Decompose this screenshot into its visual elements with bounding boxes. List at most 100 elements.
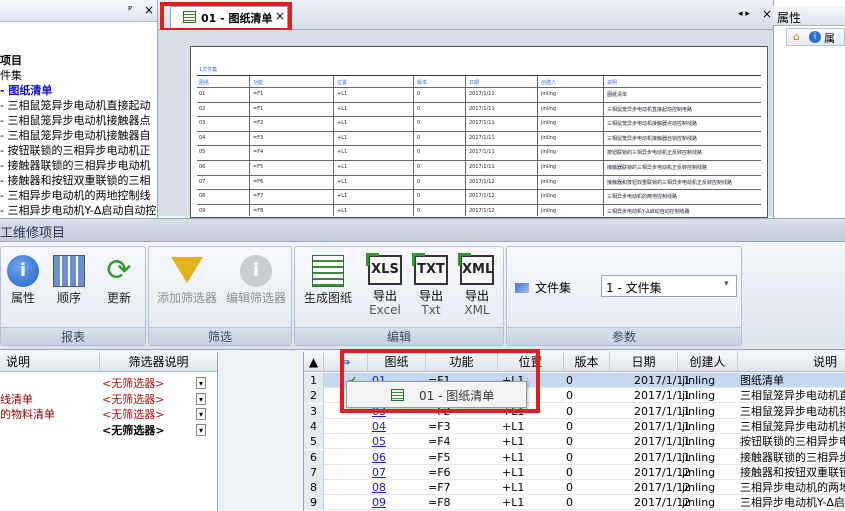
cell-sheet[interactable]: 06: [372, 450, 422, 465]
sheet-cell: 接触器联锁的三相异步电动机正反转控制线路: [607, 165, 708, 171]
sheet-row: [197, 203, 761, 205]
properties-title: 属性: [777, 11, 802, 25]
sheet-header-cell: 版本: [417, 80, 428, 86]
filter-row[interactable]: <无筛选器> ▾: [0, 376, 217, 391]
row-index: 2: [304, 388, 324, 404]
tree-item[interactable]: - 图纸清单: [0, 83, 52, 98]
tab-nav-icon[interactable]: ◂ ▸: [738, 9, 750, 19]
sheet-cell: 0: [417, 149, 421, 156]
funnel-icon: [171, 257, 203, 283]
col-header-date[interactable]: 日期: [610, 352, 678, 372]
cell-desc: 接触器联锁的三相异步: [740, 450, 845, 464]
export-xml-button[interactable]: XML 导出 XML: [457, 253, 497, 327]
sheet-cell: 0: [417, 134, 421, 141]
sheet-cell: =F7: [253, 193, 264, 200]
tree-item[interactable]: 件集: [0, 68, 22, 83]
sheet-cell: +L1: [337, 193, 348, 200]
edit-filter-button[interactable]: i 编辑筛选器: [221, 253, 291, 325]
sheet-cell: jinling: [541, 193, 557, 200]
sheet-col-line: [249, 76, 250, 216]
tree-item[interactable]: - 三相异步电动机Y-Δ启动自动控: [0, 203, 156, 218]
chevron-down-icon[interactable]: ▾: [196, 408, 206, 420]
param-group-label: 参数: [507, 327, 741, 345]
add-filter-button-label: 添加筛选器: [156, 291, 217, 305]
filter-group: 添加筛选器 i 编辑筛选器 筛选: [148, 246, 292, 346]
sheet-cell: +L1: [337, 207, 348, 214]
cell-desc: 图纸清单: [740, 374, 784, 387]
sheet-cell: =F8: [253, 207, 264, 214]
export-txt-button[interactable]: TXT 导出 Txt: [411, 253, 451, 327]
filter-value: <无筛选器>: [102, 392, 165, 406]
txt-icon: TXT: [412, 253, 448, 285]
export-excel-label: 导出 Excel: [369, 289, 401, 317]
tree-item[interactable]: - 三相异步电动机的两地控制线: [0, 188, 150, 203]
table-row[interactable]: 9 09 =F8 +L1 0 2017/1/12 jinling 三相异步电动机Y-Δ启动: [304, 495, 845, 511]
export-excel-button[interactable]: XLS 导出 Excel: [365, 253, 405, 327]
sheet-cell: =F4: [253, 149, 264, 156]
sheet-cell: 08: [199, 193, 206, 200]
properties-button[interactable]: i 属性: [1, 253, 45, 325]
filter-row[interactable]: 的物料清单 <无筛选器> ▾: [0, 407, 217, 422]
col-header-version[interactable]: 版本: [564, 352, 610, 372]
cell-sheet[interactable]: 04: [372, 419, 422, 434]
chevron-down-icon[interactable]: ▾: [196, 392, 206, 405]
table-row[interactable]: 4 04 =F3 +L1 0 2017/1/11 jinling 三相鼠笼异步电动机接: [304, 418, 845, 434]
tree-item[interactable]: - 接触器联锁的三相异步电动机: [0, 158, 150, 173]
tree-item[interactable]: - 按钮联锁的三相异步电动机正: [0, 143, 150, 158]
pin-icon[interactable]: ᴾ: [128, 4, 132, 17]
sheet-col-line: [333, 76, 334, 216]
table-row[interactable]: 7 07 =F6 +L1 0 2017/1/12 jinling 接触器和按钮双重联锁: [304, 464, 845, 480]
tree-item[interactable]: - 三相鼠笼异步电动机接触器点: [0, 113, 150, 128]
filter-row[interactable]: 线清单 <无筛选器> ▾: [0, 392, 217, 407]
filter-desc: 线清单: [0, 392, 33, 406]
sort-icon[interactable]: ▲: [304, 352, 324, 372]
table-row[interactable]: 8 08 =F7 +L1 0 2017/1/12 jinling 三相异步电动机的两地: [304, 480, 845, 496]
info-icon-disabled: i: [240, 255, 272, 287]
sheet-cell: 三相鼠笼异步电动机接触器点动控制线路: [607, 121, 698, 128]
col-header-creator[interactable]: 创建人: [678, 352, 738, 372]
filter-row[interactable]: <无筛选器> ▾: [0, 423, 217, 438]
cell-sheet[interactable]: 07: [372, 465, 422, 480]
tree-item[interactable]: 项目: [0, 53, 22, 68]
info-icon: i: [7, 255, 39, 287]
cell-desc: 三相异步电动机Y-Δ启动: [740, 496, 845, 510]
sheet-cell: 0: [417, 164, 421, 170]
close-icon[interactable]: ×: [762, 7, 772, 21]
col-header-desc[interactable]: 说明: [738, 352, 845, 372]
cell-sheet[interactable]: 05: [372, 434, 422, 449]
cell-ver: 0: [566, 374, 573, 387]
sheet-row: [197, 174, 761, 176]
cell-sheet[interactable]: 09: [372, 495, 422, 510]
cell-sheet[interactable]: 08: [372, 480, 422, 495]
cell-ver: 0: [566, 496, 573, 510]
project-tree-panel: ᴾ × 项目 件集 - 图纸清单 - 三相鼠笼异步电动机直接起动 - 三相鼠笼异步电动机…: [0, 0, 158, 218]
close-icon[interactable]: ×: [144, 3, 154, 17]
refresh-button[interactable]: ⟳ 更新: [97, 253, 141, 325]
generate-drawing-button[interactable]: 生成图纸: [299, 253, 357, 325]
filter-header-desc[interactable]: 说明: [0, 352, 100, 372]
cell-ver: 0: [566, 450, 573, 464]
table-row[interactable]: 6 06 =F5 +L1 0 2017/1/11 jinling 接触器联锁的三相异步: [304, 449, 845, 465]
sheet-cell: 0: [417, 207, 421, 214]
tree-item[interactable]: - 接触器和按钮双重联锁的三相: [0, 173, 150, 188]
sheet-cell: 03: [199, 120, 206, 127]
sheet-row: [197, 101, 761, 103]
param-group: 文件集 1 - 文件集 ▾ 参数: [506, 246, 742, 346]
sheet-cell: jinling: [541, 164, 557, 170]
fileset-select[interactable]: 1 - 文件集 ▾: [601, 275, 737, 297]
report-group: i 属性 顺序 ⟳ 更新 报表: [0, 246, 146, 346]
sheet-cell: jinling: [541, 178, 557, 185]
sheet-header-cell: 图纸: [199, 80, 210, 86]
properties-tab[interactable]: ⌂ i 属: [786, 28, 845, 46]
tree-item[interactable]: - 三相鼠笼异步电动机接触器自: [0, 128, 150, 143]
order-button[interactable]: 顺序: [47, 253, 91, 325]
filter-header-filter[interactable]: 筛选器说明: [100, 352, 217, 372]
add-filter-button[interactable]: 添加筛选器: [153, 253, 221, 325]
chevron-down-icon[interactable]: ▾: [196, 423, 206, 436]
sheet-cell: 三相鼠笼异步电动机接触器自锁控制线路: [607, 135, 698, 142]
table-row[interactable]: 5 05 =F4 +L1 0 2017/1/11 jinling 按钮联锁的三相异步电: [304, 434, 845, 450]
cell-desc: 三相鼠笼异步电动机直: [740, 389, 845, 403]
tree-item[interactable]: - 三相鼠笼异步电动机直接起动: [0, 98, 150, 113]
chevron-down-icon[interactable]: ▾: [196, 377, 206, 389]
sheet-cell: 0: [417, 105, 421, 112]
